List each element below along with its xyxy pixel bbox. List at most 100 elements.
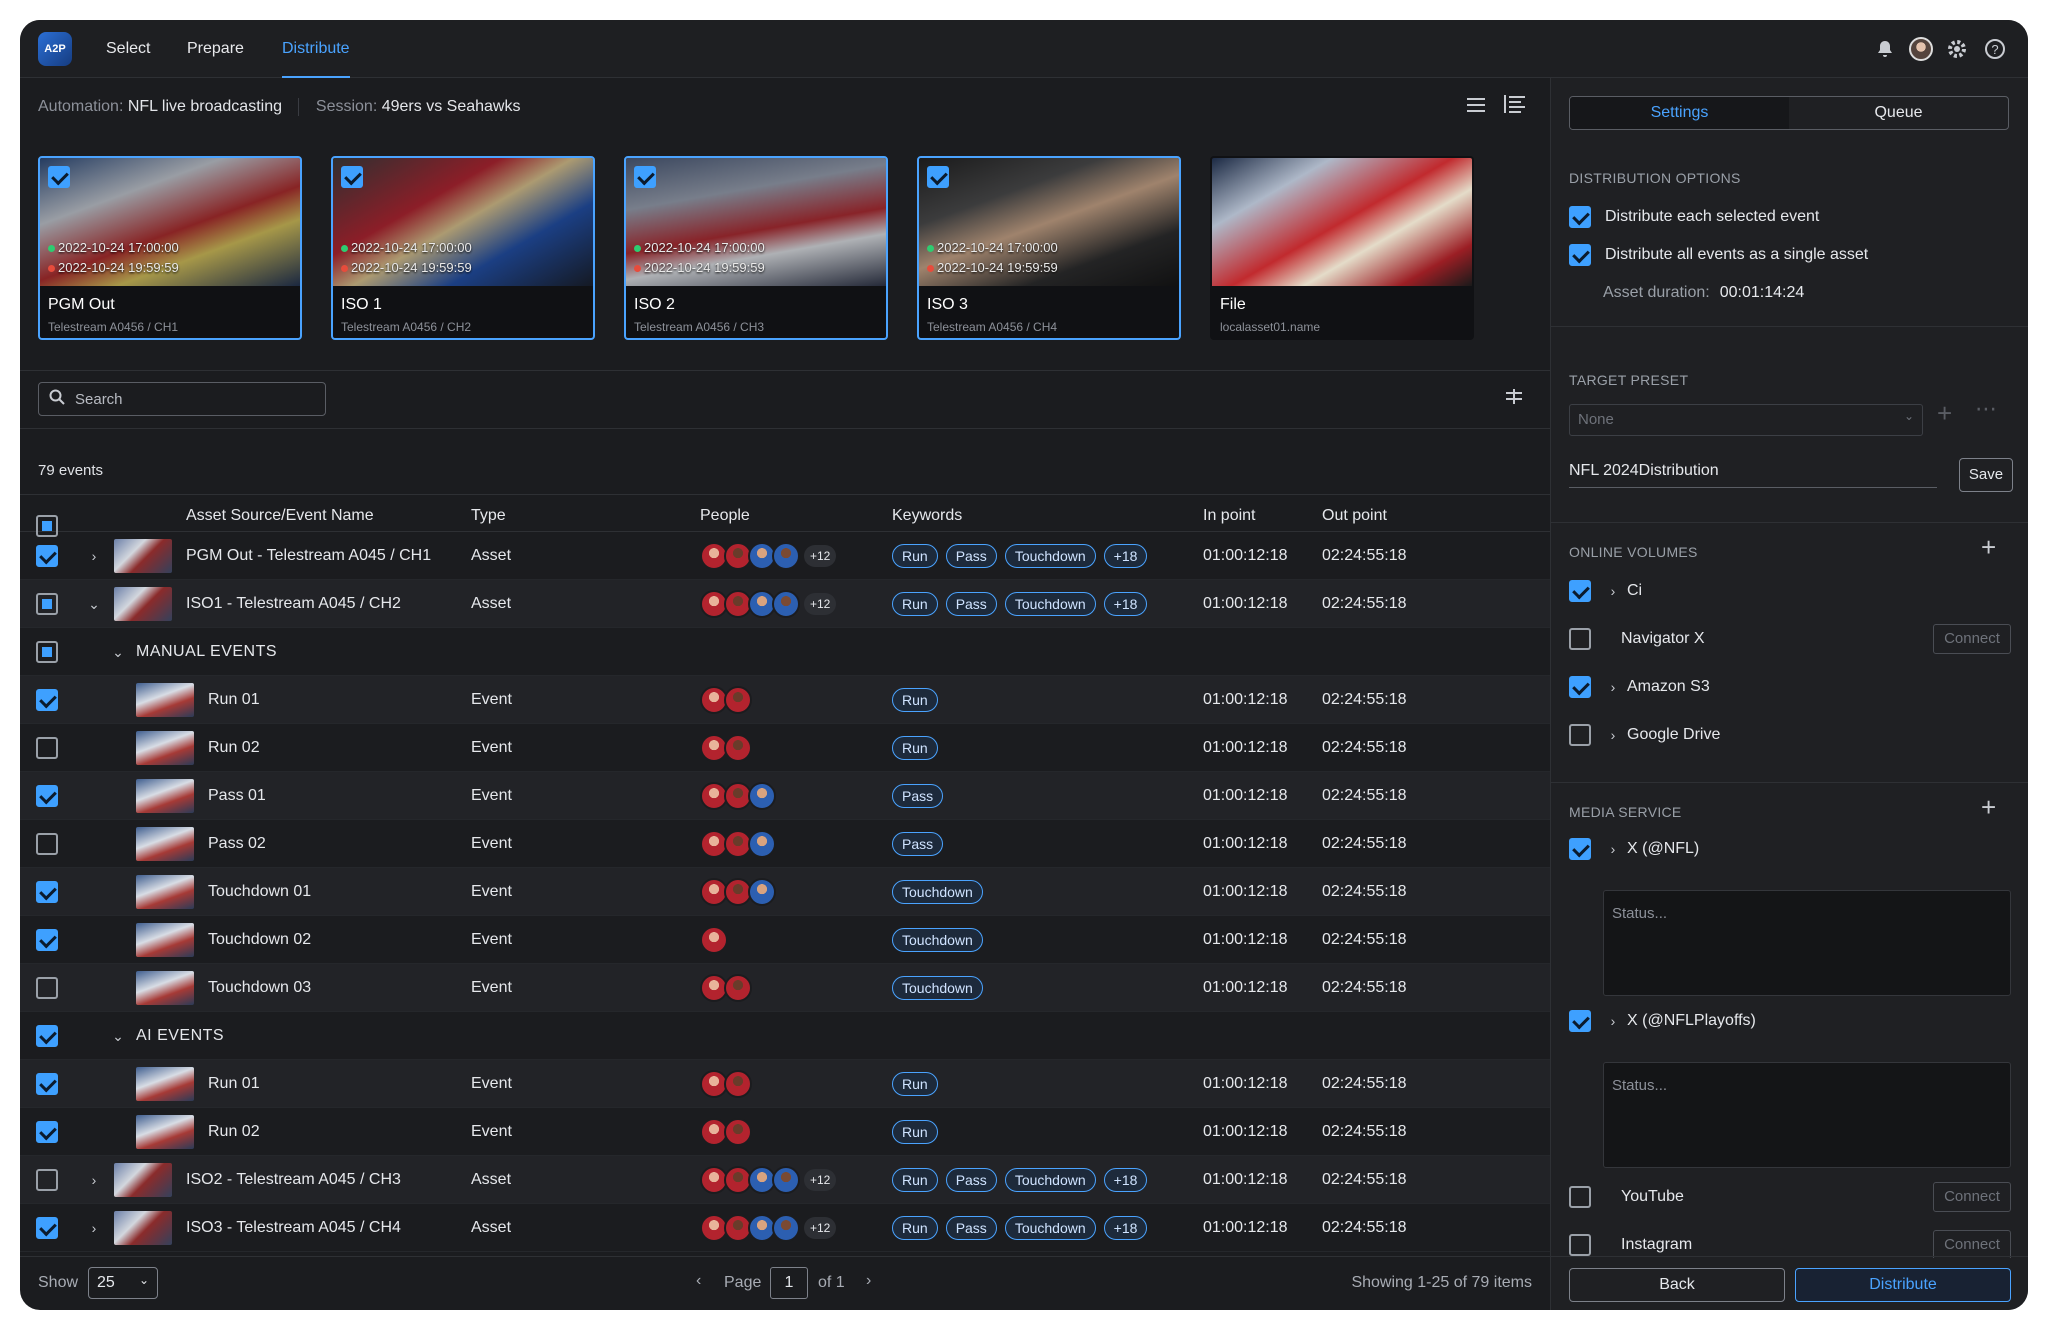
each-event-checkbox[interactable] xyxy=(1569,206,1591,228)
table-row[interactable]: Touchdown 03 Event Touchdown 01:00:12:18 02:… xyxy=(20,964,1550,1012)
keyword-tag[interactable]: Touchdown xyxy=(1004,544,1096,568)
table-row[interactable]: Pass 02 Event Pass 01:00:12:18 02:24:55:18 xyxy=(20,820,1550,868)
keyword-tag[interactable]: +18 xyxy=(1103,592,1148,616)
media-x-nflplayoffs[interactable]: › X (@NFLPlayoffs) xyxy=(1569,1006,1756,1036)
row-checkbox[interactable] xyxy=(36,833,58,855)
chevron-right-icon[interactable]: › xyxy=(1605,583,1621,599)
keyword-tag[interactable]: +18 xyxy=(1103,544,1148,568)
preset-dropdown[interactable]: None ⌄ xyxy=(1569,404,1923,436)
table-row[interactable]: Pass 01 Event Pass 01:00:12:18 02:24:55:18 xyxy=(20,772,1550,820)
help-icon[interactable]: ? xyxy=(1982,36,2008,62)
source-card[interactable]: 2022-10-24 17:00:00 2022-10-24 19:59:59 PG… xyxy=(38,156,302,340)
more-people-count[interactable]: +12 xyxy=(804,545,837,567)
detail-list-icon[interactable] xyxy=(1502,94,1528,120)
group-row[interactable]: ⌄ AI EVENTS xyxy=(20,1012,1550,1060)
instagram-connect-button[interactable]: Connect xyxy=(1933,1230,2011,1258)
x-nfl-status-field[interactable]: Status... xyxy=(1603,890,2011,996)
keyword-tag[interactable]: +18 xyxy=(1103,1216,1148,1240)
keyword-tag[interactable]: Run xyxy=(892,1072,938,1096)
person-avatar[interactable] xyxy=(748,878,776,906)
person-avatar[interactable] xyxy=(748,830,776,858)
gear-icon[interactable] xyxy=(1944,36,1970,62)
volume-connect-button[interactable]: Connect xyxy=(1933,624,2011,654)
row-checkbox[interactable] xyxy=(36,545,58,567)
page-input[interactable]: 1 xyxy=(770,1267,808,1299)
keyword-tag[interactable]: Pass xyxy=(945,592,997,616)
person-avatar[interactable] xyxy=(772,542,800,570)
row-checkbox[interactable] xyxy=(36,1121,58,1143)
table-row[interactable]: Run 02 Event Run 01:00:12:18 02:24:55:18 xyxy=(20,1108,1550,1156)
table-row[interactable]: Run 01 Event Run 01:00:12:18 02:24:55:18 xyxy=(20,1060,1550,1108)
col-header-people[interactable]: People xyxy=(700,507,750,525)
person-avatar[interactable] xyxy=(772,590,800,618)
volume-checkbox[interactable] xyxy=(1569,580,1591,602)
chevron-down-icon[interactable]: ⌄ xyxy=(110,644,126,661)
row-checkbox[interactable] xyxy=(36,1073,58,1095)
person-avatar[interactable] xyxy=(772,1214,800,1242)
keyword-tag[interactable]: Pass xyxy=(892,832,944,856)
table-row[interactable]: Touchdown 02 Event Touchdown 01:00:12:18 02:… xyxy=(20,916,1550,964)
keyword-tag[interactable]: Touchdown xyxy=(1004,1216,1096,1240)
chevron-down-icon[interactable]: ⌄ xyxy=(110,1028,126,1045)
table-row[interactable]: › ISO3 - Telestream A045 / CH4 Asset +12 Run… xyxy=(20,1204,1550,1252)
option-each-event[interactable]: Distribute each selected event xyxy=(1569,202,1819,232)
chevron-right-icon[interactable]: › xyxy=(1605,679,1621,695)
person-avatar[interactable] xyxy=(748,782,776,810)
keyword-tag[interactable]: Pass xyxy=(945,544,997,568)
keyword-tag[interactable]: Touchdown xyxy=(1004,1168,1096,1192)
source-card[interactable]: 2022-10-24 17:00:00 2022-10-24 19:59:59 IS… xyxy=(917,156,1181,340)
row-checkbox[interactable] xyxy=(36,881,58,903)
save-preset-button[interactable]: Save xyxy=(1959,458,2013,492)
chevron-right-icon[interactable]: › xyxy=(86,1172,102,1188)
preset-name-field[interactable]: NFL 2024Distribution xyxy=(1569,456,1937,488)
row-checkbox[interactable] xyxy=(36,1025,58,1047)
person-avatar[interactable] xyxy=(772,1166,800,1194)
youtube-connect-button[interactable]: Connect xyxy=(1933,1182,2011,1212)
youtube-checkbox[interactable] xyxy=(1569,1186,1591,1208)
chevron-right-icon[interactable]: › xyxy=(1605,1013,1621,1029)
keyword-tag[interactable]: Pass xyxy=(945,1216,997,1240)
row-checkbox[interactable] xyxy=(36,977,58,999)
media-youtube[interactable]: YouTube xyxy=(1569,1182,1684,1212)
tab-queue[interactable]: Queue xyxy=(1789,97,2008,129)
person-avatar[interactable] xyxy=(724,734,752,762)
keyword-tag[interactable]: Pass xyxy=(892,784,944,808)
table-row[interactable]: ⌄ ISO1 - Telestream A045 / CH2 Asset +12 Run… xyxy=(20,580,1550,628)
search-input[interactable] xyxy=(75,383,315,415)
row-checkbox[interactable] xyxy=(36,1217,58,1239)
chevron-right-icon[interactable]: › xyxy=(86,548,102,564)
more-people-count[interactable]: +12 xyxy=(804,1169,837,1191)
source-card-checkbox[interactable] xyxy=(48,166,70,188)
add-media-service-icon[interactable]: + xyxy=(1981,792,1996,823)
keyword-tag[interactable]: Run xyxy=(892,592,938,616)
x-nfl-checkbox[interactable] xyxy=(1569,838,1591,860)
volume-checkbox[interactable] xyxy=(1569,628,1591,650)
bell-icon[interactable] xyxy=(1872,36,1898,62)
page-size-select[interactable]: 25 ⌄ xyxy=(88,1267,158,1299)
next-page-icon[interactable]: › xyxy=(866,1272,871,1290)
source-card-checkbox[interactable] xyxy=(634,166,656,188)
row-checkbox[interactable] xyxy=(36,593,58,615)
chevron-down-icon[interactable]: ⌄ xyxy=(86,596,102,613)
chevron-right-icon[interactable]: › xyxy=(86,1220,102,1236)
volume-item[interactable]: Navigator X xyxy=(1569,624,1705,654)
keyword-tag[interactable]: Run xyxy=(892,1168,938,1192)
col-header-in-point[interactable]: In point xyxy=(1203,507,1255,525)
table-row[interactable]: › ISO2 - Telestream A045 / CH3 Asset +12 Run… xyxy=(20,1156,1550,1204)
volume-checkbox[interactable] xyxy=(1569,676,1591,698)
tab-prepare[interactable]: Prepare xyxy=(187,20,244,78)
source-card-checkbox[interactable] xyxy=(927,166,949,188)
row-checkbox[interactable] xyxy=(36,689,58,711)
row-checkbox[interactable] xyxy=(36,737,58,759)
volume-item[interactable]: › Amazon S3 xyxy=(1569,672,1710,702)
list-view-icon[interactable] xyxy=(1464,94,1490,120)
keyword-tag[interactable]: Pass xyxy=(945,1168,997,1192)
volume-item[interactable]: › Ci xyxy=(1569,576,1642,606)
tab-select[interactable]: Select xyxy=(106,20,150,78)
x-nflplayoffs-status-field[interactable]: Status... xyxy=(1603,1062,2011,1168)
filter-adjust-icon[interactable] xyxy=(1504,386,1524,412)
keyword-tag[interactable]: +18 xyxy=(1103,1168,1148,1192)
more-options-icon[interactable]: ⋯ xyxy=(1975,396,1997,422)
instagram-checkbox[interactable] xyxy=(1569,1234,1591,1256)
table-row[interactable]: Run 01 Event Run 01:00:12:18 02:24:55:18 xyxy=(20,676,1550,724)
